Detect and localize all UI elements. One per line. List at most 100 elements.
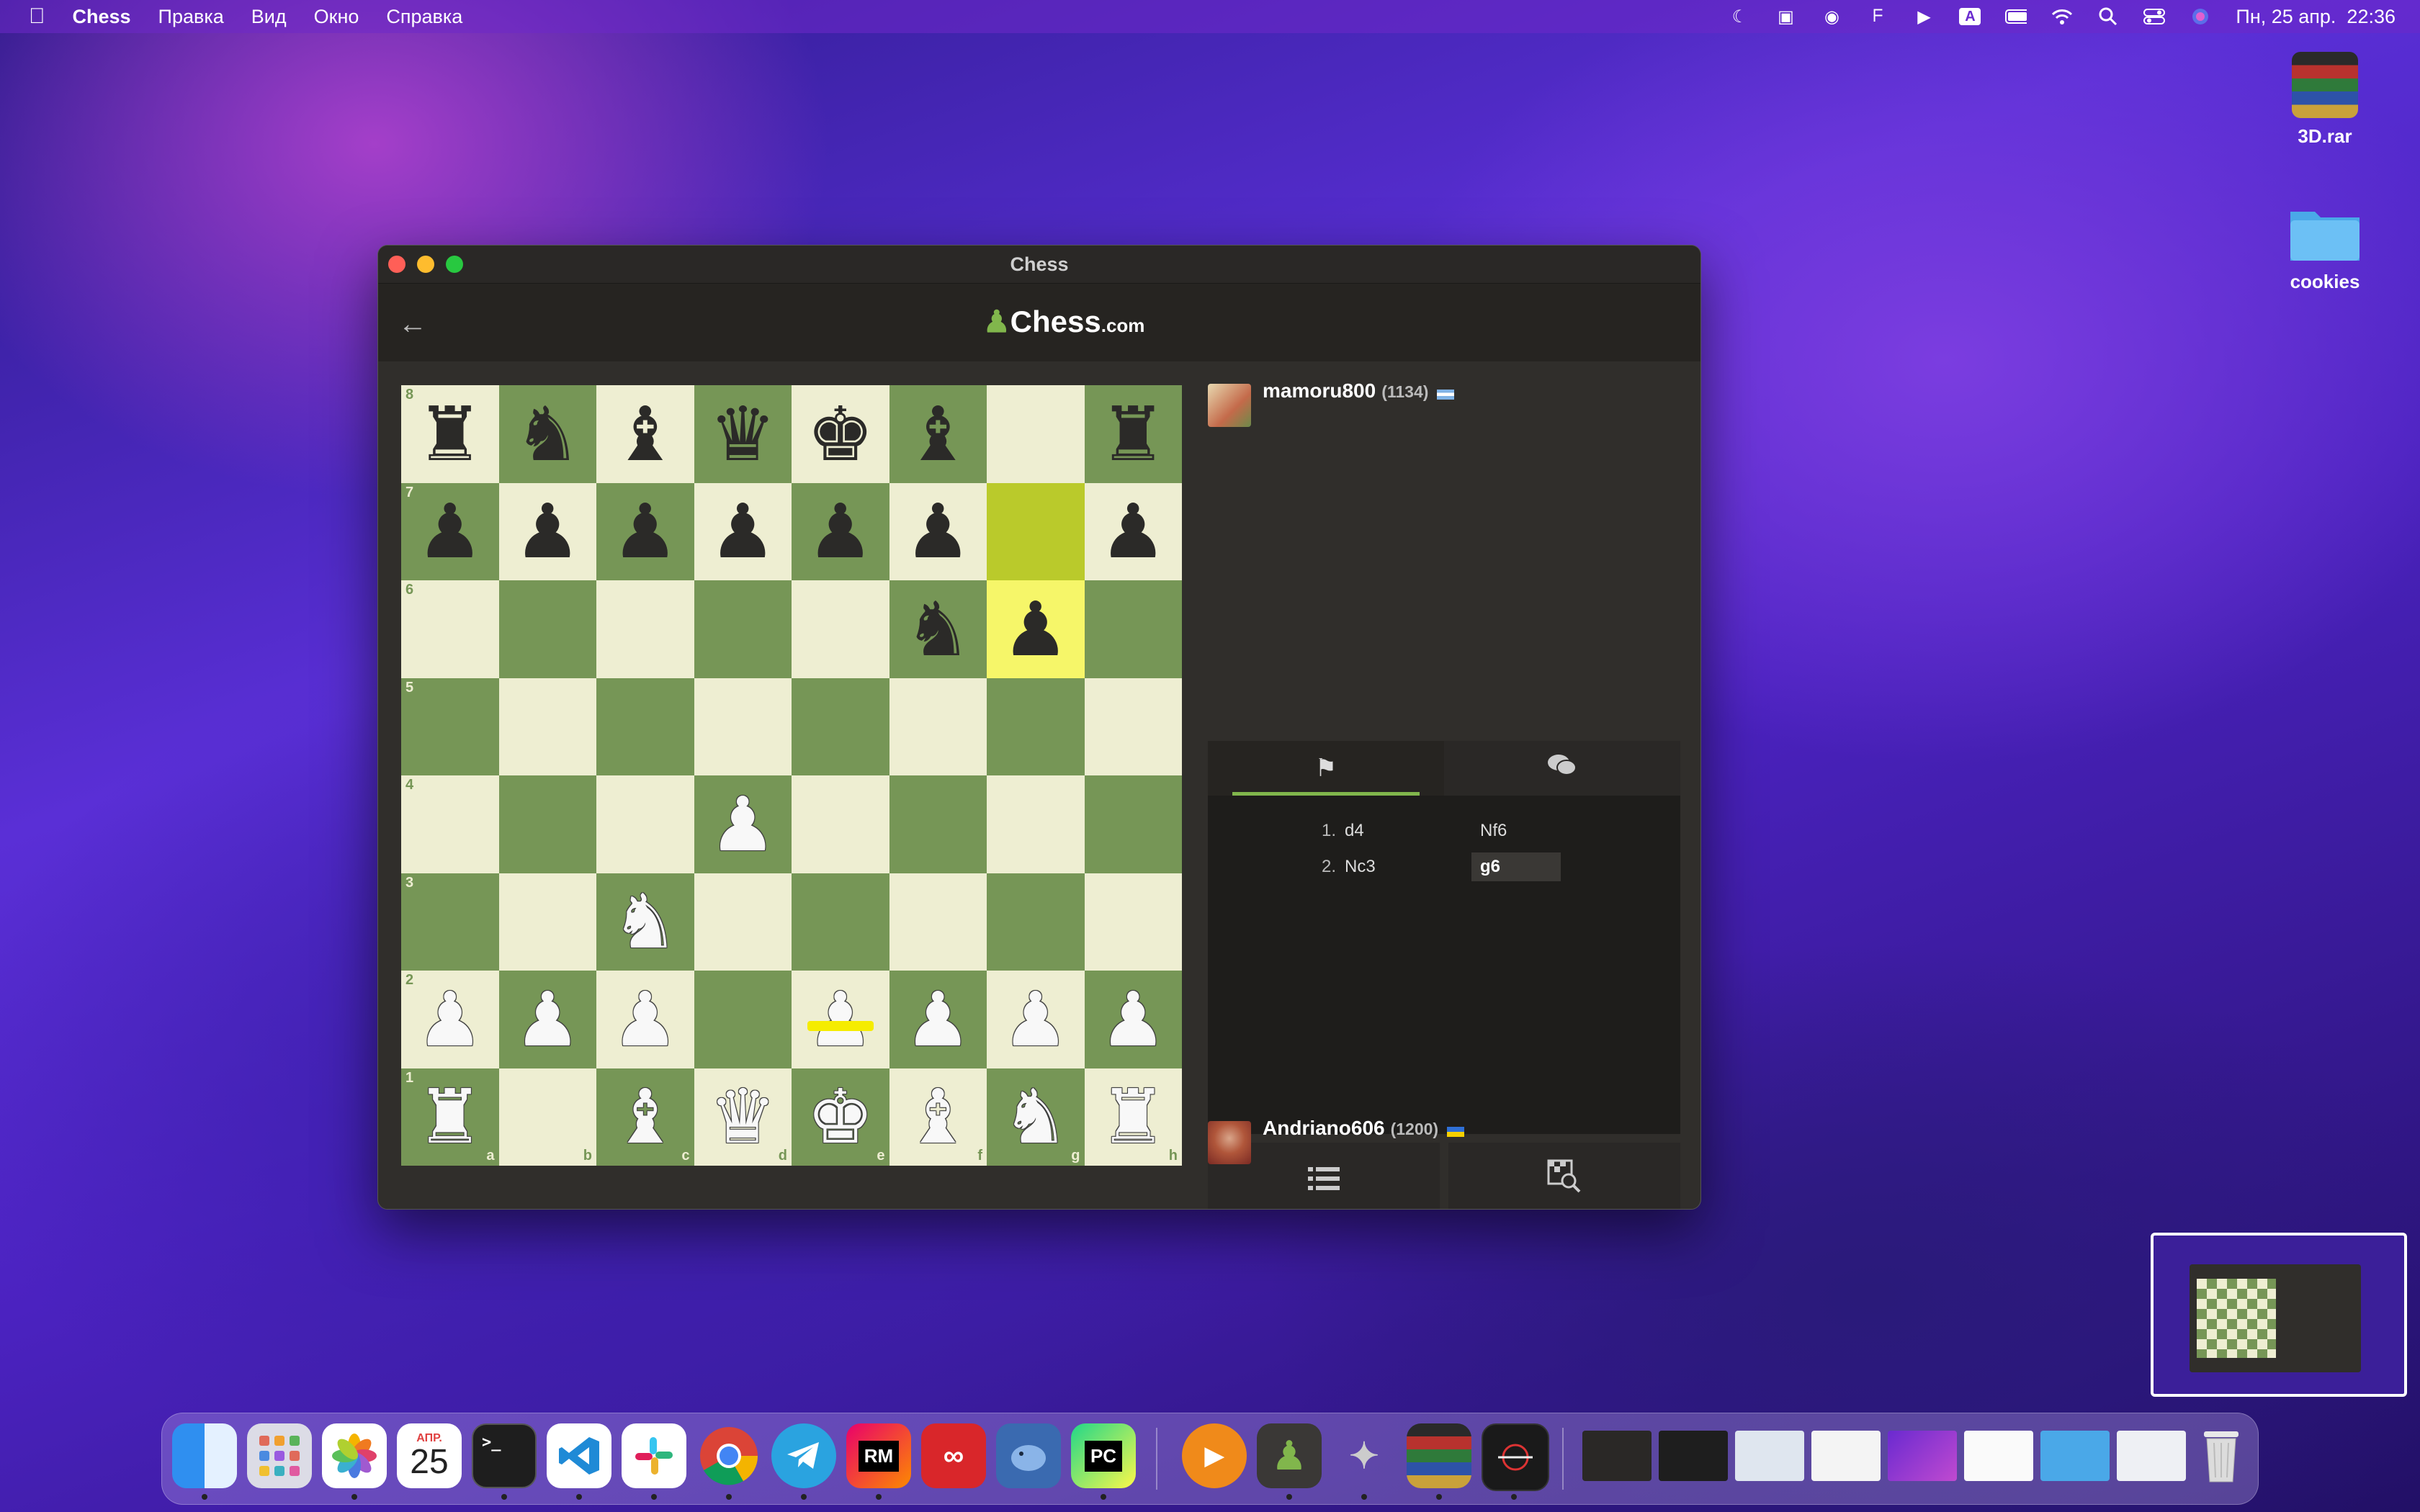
black-pawn-icon[interactable]: ♟ (416, 494, 483, 569)
square-c4[interactable] (596, 775, 694, 873)
minimized-window-5[interactable] (1888, 1431, 1957, 1481)
white-pawn-icon[interactable]: ♟ (709, 787, 776, 862)
battery-icon[interactable] (2005, 8, 2027, 25)
square-g6[interactable]: ♟ (987, 580, 1085, 678)
white-pawn-icon[interactable]: ♟ (905, 982, 972, 1057)
white-bishop-icon[interactable]: ♝ (905, 1079, 972, 1154)
square-g5[interactable] (987, 678, 1085, 775)
square-e6[interactable] (792, 580, 889, 678)
tab-chat[interactable] (1444, 741, 1680, 796)
square-e5[interactable] (792, 678, 889, 775)
trash-icon[interactable] (2189, 1423, 2254, 1488)
black-move[interactable]: Nf6 (1471, 816, 1561, 845)
square-a5[interactable]: 5 (401, 678, 499, 775)
white-rook-icon[interactable]: ♜ (1100, 1079, 1167, 1154)
square-h6[interactable] (1084, 580, 1182, 678)
white-pawn-icon[interactable]: ♟ (1100, 982, 1167, 1057)
moon-icon[interactable]: ☾ (1729, 7, 1750, 27)
square-c7[interactable]: ♟ (596, 482, 694, 580)
square-f1[interactable]: f ♝ (889, 1068, 987, 1166)
square-b2[interactable]: ♟ (498, 971, 596, 1068)
square-f3[interactable] (889, 873, 987, 971)
square-b8[interactable]: ♞ (498, 385, 596, 483)
square-h4[interactable] (1084, 775, 1182, 873)
square-g1[interactable]: g ♞ (987, 1068, 1085, 1166)
tab-moves[interactable]: ⚑ (1208, 741, 1444, 796)
square-g2[interactable]: ♟ (987, 971, 1085, 1068)
square-a8[interactable]: 8 ♜ (401, 385, 499, 483)
square-d2[interactable] (694, 971, 792, 1068)
creative-cloud-icon[interactable]: ∞ (921, 1423, 986, 1488)
square-h5[interactable] (1084, 678, 1182, 775)
screenshot-preview[interactable] (2151, 1233, 2407, 1397)
search-icon[interactable] (2097, 7, 2119, 26)
avatar[interactable] (1208, 1121, 1251, 1164)
radio-icon[interactable]: ▣ (1775, 7, 1796, 27)
square-g8[interactable] (987, 385, 1085, 483)
square-c6[interactable] (596, 580, 694, 678)
black-rook-icon[interactable]: ♜ (1100, 397, 1167, 472)
square-b3[interactable] (498, 873, 596, 971)
minimized-window-1[interactable] (1582, 1431, 1652, 1481)
black-pawn-icon[interactable]: ♟ (709, 494, 776, 569)
square-d7[interactable]: ♟ (694, 482, 792, 580)
square-h7[interactable]: ♟ (1084, 482, 1182, 580)
telegram-icon[interactable] (771, 1423, 836, 1488)
square-h3[interactable] (1084, 873, 1182, 971)
square-a2[interactable]: 2 ♟ (401, 971, 499, 1068)
square-b7[interactable]: ♟ (498, 482, 596, 580)
white-move[interactable]: d4 (1336, 821, 1424, 841)
vscode-icon[interactable] (547, 1423, 611, 1488)
black-pawn-icon[interactable]: ♟ (807, 494, 874, 569)
square-c1[interactable]: c ♝ (596, 1068, 694, 1166)
square-c8[interactable]: ♝ (596, 385, 694, 483)
desktop-icon-cookies[interactable]: cookies (2260, 202, 2390, 293)
black-rook-icon[interactable]: ♜ (416, 397, 483, 472)
chess-app-icon[interactable]: ♟ (1257, 1423, 1322, 1488)
black-knight-icon[interactable]: ♞ (514, 397, 581, 472)
pycharm-icon[interactable]: PC (1071, 1423, 1136, 1488)
avatar[interactable] (1208, 384, 1251, 427)
menubar-datetime[interactable]: Пн, 25 апр. 22:36 (2236, 6, 2396, 28)
square-a4[interactable]: 4 (401, 775, 499, 873)
square-a1[interactable]: 1 a ♜ (401, 1068, 499, 1166)
square-e8[interactable]: ♚ (792, 385, 889, 483)
chess-board[interactable]: 8 ♜ ♞ ♝ ♛ ♚ ♝ ♜ 7 ♟ ♟ ♟ ♟ ♟ ♟ ♟ 6 ♞ ♟ 5 4 ♟ 3 ♞ 2 ♟ ♟ ♟ ♟ ♟ ♟ ♟ 1 a ♜ b c ♝ d ♛… (401, 385, 1182, 1166)
square-f5[interactable] (889, 678, 987, 775)
chrome-icon[interactable] (696, 1423, 761, 1488)
minimized-window-7[interactable] (2040, 1431, 2110, 1481)
white-rook-icon[interactable]: ♜ (416, 1079, 483, 1154)
white-pawn-icon[interactable]: ♟ (807, 982, 874, 1057)
launchpad-icon[interactable] (247, 1423, 312, 1488)
black-pawn-icon[interactable]: ♟ (1100, 494, 1167, 569)
square-g3[interactable] (987, 873, 1085, 971)
white-pawn-icon[interactable]: ♟ (514, 982, 581, 1057)
rocket-icon[interactable]: ✦ (1332, 1423, 1397, 1488)
square-c5[interactable] (596, 678, 694, 775)
minimized-window-8[interactable] (2117, 1431, 2186, 1481)
white-knight-icon[interactable]: ♞ (611, 884, 678, 959)
square-b5[interactable] (498, 678, 596, 775)
infuse-icon[interactable]: ▶ (1182, 1423, 1247, 1488)
square-h2[interactable]: ♟ (1084, 971, 1182, 1068)
square-b1[interactable]: b (498, 1068, 596, 1166)
black-queen-icon[interactable]: ♛ (709, 397, 776, 472)
keyboard-layout-icon[interactable]: A (1959, 8, 1981, 25)
white-knight-icon[interactable]: ♞ (1002, 1079, 1069, 1154)
white-queen-icon[interactable]: ♛ (709, 1079, 776, 1154)
square-e2[interactable]: ♟ (792, 971, 889, 1068)
white-bishop-icon[interactable]: ♝ (611, 1079, 678, 1154)
square-h8[interactable]: ♜ (1084, 385, 1182, 483)
player-name[interactable]: mamoru800 (1263, 379, 1376, 402)
square-f7[interactable]: ♟ (889, 482, 987, 580)
play-circle-icon[interactable]: ▶ (1913, 7, 1935, 27)
minimized-window-3[interactable] (1735, 1431, 1804, 1481)
square-d8[interactable]: ♛ (694, 385, 792, 483)
photos-icon[interactable] (322, 1423, 387, 1488)
black-pawn-icon[interactable]: ♟ (905, 494, 972, 569)
menu-view[interactable]: Вид (251, 6, 287, 28)
square-e4[interactable] (792, 775, 889, 873)
player-name[interactable]: Andriano606 (1263, 1117, 1385, 1139)
black-knight-icon[interactable]: ♞ (905, 592, 972, 667)
square-e3[interactable] (792, 873, 889, 971)
